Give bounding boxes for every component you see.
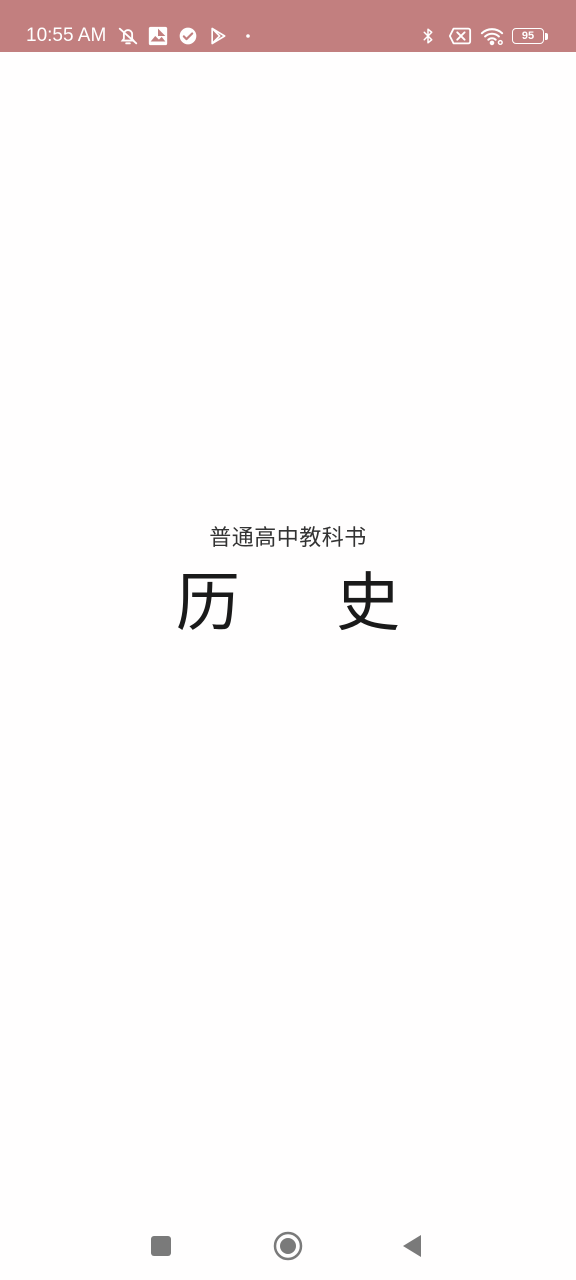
bluetooth-icon xyxy=(416,24,440,48)
circle-icon xyxy=(273,1231,303,1261)
photo-icon xyxy=(146,24,170,48)
square-icon xyxy=(151,1236,171,1256)
dot-icon xyxy=(236,24,260,48)
home-button[interactable] xyxy=(268,1226,308,1266)
check-circle-icon xyxy=(176,24,200,48)
status-time: 10:55 AM xyxy=(26,25,107,46)
status-right-icons: 95 xyxy=(416,24,548,48)
recent-apps-button[interactable] xyxy=(141,1226,181,1266)
book-subtitle: 普通高中教科书 xyxy=(209,526,367,551)
status-bar: 10:55 AM 95 xyxy=(0,0,576,52)
battery-tip xyxy=(545,32,548,40)
play-store-icon xyxy=(206,24,230,48)
book-title: 历 史 xyxy=(175,567,439,641)
battery-level: 95 xyxy=(512,28,544,44)
back-triangle-icon xyxy=(403,1235,421,1257)
back-button[interactable] xyxy=(392,1226,432,1266)
navigation-bar xyxy=(0,1212,576,1280)
wifi-icon xyxy=(480,24,504,48)
book-cover: 普通高中教科书 历 史 xyxy=(0,52,576,1212)
no-sim-icon xyxy=(448,24,472,48)
status-left-icons xyxy=(116,24,260,48)
muted-bell-icon xyxy=(116,24,140,48)
battery-icon: 95 xyxy=(512,27,548,45)
